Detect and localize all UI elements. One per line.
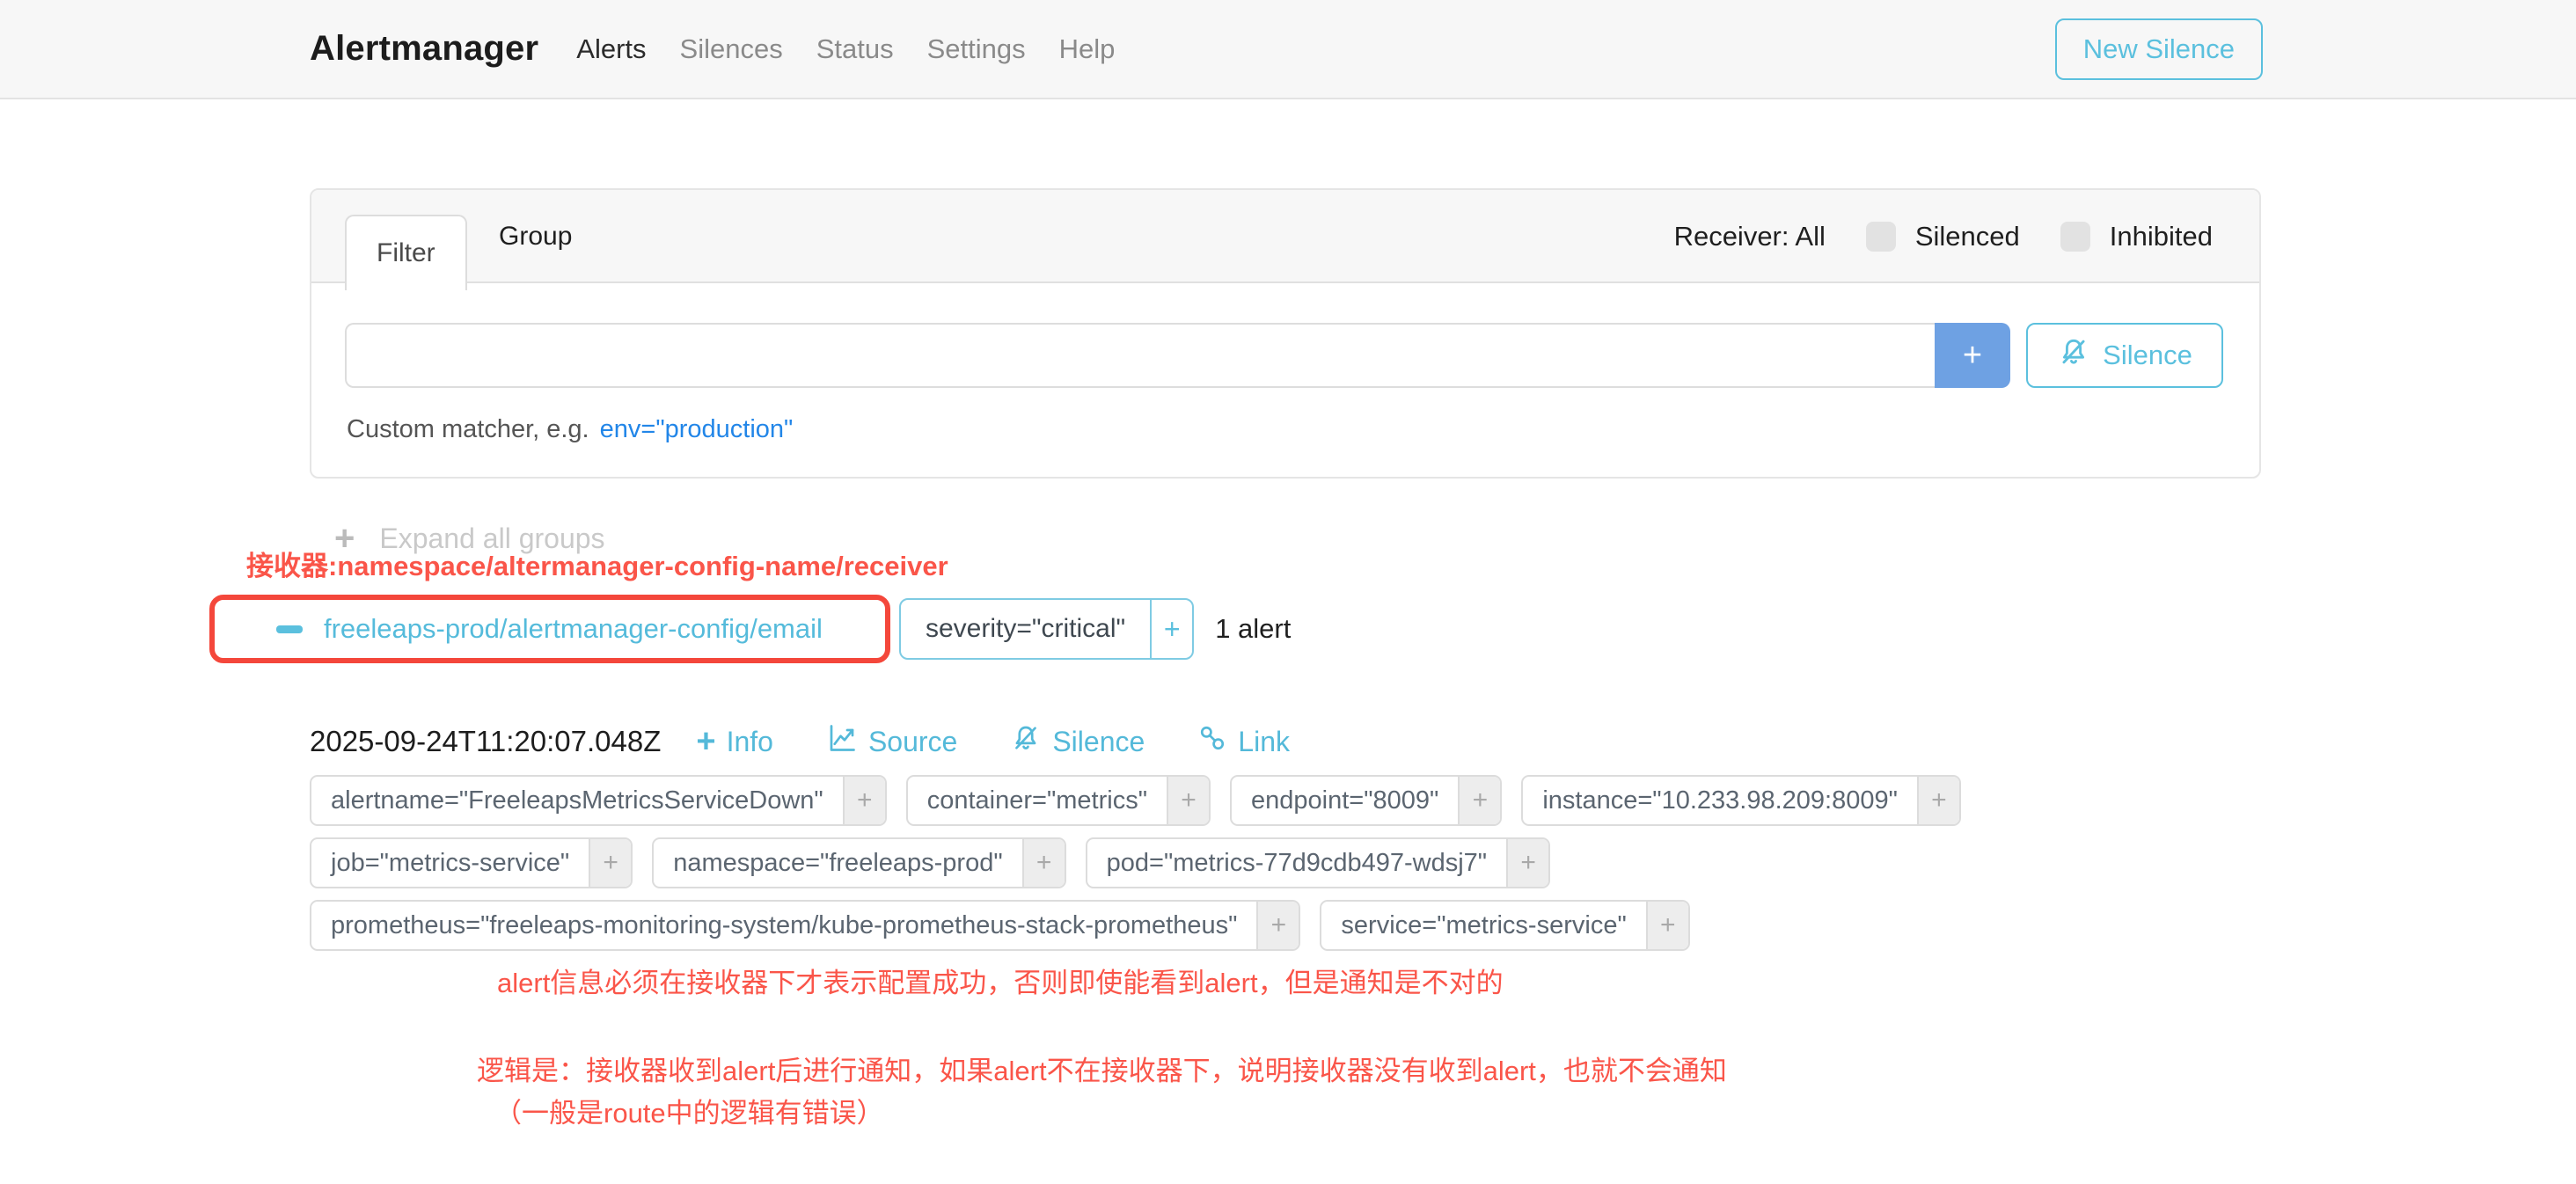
- link-label: Link: [1238, 726, 1290, 758]
- label-matcher-button[interactable]: job="metrics-service": [311, 839, 589, 887]
- annotation-highlight-box: freeleaps-prod/alertmanager-config/email: [209, 595, 890, 663]
- silenced-label: Silenced: [1915, 221, 2020, 252]
- group-receiver-link[interactable]: freeleaps-prod/alertmanager-config/email: [324, 613, 823, 645]
- alert-timestamp: 2025-09-24T11:20:07.048Z: [310, 725, 661, 758]
- label-add-button[interactable]: +: [1167, 777, 1209, 824]
- nav-item-silences[interactable]: Silences: [680, 33, 783, 65]
- annotation-receiver-note: 接收器:namespace/altermanager-config-name/r…: [246, 544, 948, 583]
- alert-actions: + Info Source Silence: [696, 722, 1290, 761]
- label-add-button[interactable]: +: [1506, 839, 1548, 887]
- label-matcher-button[interactable]: pod="metrics-77d9cdb497-wdsj7": [1087, 839, 1506, 887]
- label-tag-container: container="metrics" +: [906, 775, 1211, 826]
- silence-label: Silence: [1052, 726, 1145, 758]
- label-matcher-button[interactable]: prometheus="freeleaps-monitoring-system/…: [311, 902, 1256, 949]
- label-tag-job: job="metrics-service" +: [310, 837, 633, 888]
- source-link[interactable]: Source: [826, 722, 957, 761]
- top-navbar: Alertmanager Alerts Silences Status Sett…: [0, 0, 2576, 99]
- helper-text: Custom matcher, e.g.: [347, 415, 589, 443]
- group-matcher-chip: severity="critical" +: [899, 598, 1194, 660]
- source-label: Source: [868, 726, 957, 758]
- alert-group-row: freeleaps-prod/alertmanager-config/email…: [209, 595, 1291, 663]
- nav-item-settings[interactable]: Settings: [927, 33, 1026, 65]
- tab-filter[interactable]: Filter: [345, 215, 467, 290]
- filter-panel-header: Filter Group Receiver: All Silenced Inhi…: [311, 190, 2259, 283]
- info-label: Info: [727, 726, 773, 758]
- receiver-filter-label[interactable]: Receiver: All: [1674, 221, 1826, 252]
- matcher-helper: Custom matcher, e.g. env="production": [347, 415, 793, 444]
- label-add-button[interactable]: +: [1917, 777, 1959, 824]
- label-matcher-button[interactable]: service="metrics-service": [1321, 902, 1645, 949]
- matcher-example-link[interactable]: env="production": [600, 415, 794, 443]
- label-matcher-button[interactable]: namespace="freeleaps-prod": [654, 839, 1021, 887]
- inhibited-checkbox[interactable]: [2060, 222, 2090, 252]
- collapse-group-icon[interactable]: [276, 625, 303, 633]
- filter-options: Receiver: All Silenced Inhibited: [1674, 190, 2259, 283]
- chart-icon: [826, 722, 858, 761]
- nav-item-alerts[interactable]: Alerts: [576, 33, 646, 65]
- link-icon: [1197, 723, 1227, 760]
- matcher-input[interactable]: [345, 323, 1935, 388]
- label-matcher-button[interactable]: container="metrics": [908, 777, 1167, 824]
- label-row: job="metrics-service" + namespace="freel…: [310, 837, 1961, 888]
- label-row: prometheus="freeleaps-monitoring-system/…: [310, 900, 1961, 951]
- bell-slash-icon: [2057, 335, 2090, 376]
- silence-button-label: Silence: [2103, 340, 2192, 371]
- nav-item-help[interactable]: Help: [1059, 33, 1116, 65]
- group-matcher-add-button[interactable]: +: [1150, 600, 1192, 658]
- filter-panel: Filter Group Receiver: All Silenced Inhi…: [310, 188, 2261, 479]
- silence-from-filter-button[interactable]: Silence: [2026, 323, 2223, 388]
- label-tag-namespace: namespace="freeleaps-prod" +: [652, 837, 1065, 888]
- label-tag-service: service="metrics-service" +: [1320, 900, 1689, 951]
- label-add-button[interactable]: +: [1256, 902, 1299, 949]
- new-silence-button[interactable]: New Silence: [2055, 18, 2263, 80]
- label-matcher-button[interactable]: alertname="FreeleapsMetricsServiceDown": [311, 777, 843, 824]
- annotation-logic-note-sub: （一般是route中的逻辑有错误）: [494, 1091, 884, 1130]
- silenced-checkbox[interactable]: [1866, 222, 1896, 252]
- label-add-button[interactable]: +: [843, 777, 885, 824]
- label-tag-instance: instance="10.233.98.209:8009" +: [1521, 775, 1961, 826]
- bell-slash-icon: [1010, 722, 1042, 761]
- app-brand[interactable]: Alertmanager: [310, 29, 538, 69]
- label-matcher-button[interactable]: instance="10.233.98.209:8009": [1523, 777, 1917, 824]
- info-button[interactable]: + Info: [696, 725, 773, 758]
- link-button[interactable]: Link: [1197, 723, 1290, 760]
- inhibited-label: Inhibited: [2110, 221, 2213, 252]
- matcher-row: + Silence: [345, 323, 2223, 388]
- plus-icon: +: [696, 725, 715, 758]
- alert-labels: alertname="FreeleapsMetricsServiceDown" …: [310, 775, 1961, 951]
- add-matcher-button[interactable]: +: [1935, 323, 2010, 388]
- label-row: alertname="FreeleapsMetricsServiceDown" …: [310, 775, 1961, 826]
- label-add-button[interactable]: +: [1022, 839, 1065, 887]
- group-alert-count: 1 alert: [1215, 613, 1291, 645]
- nav-links: Alerts Silences Status Settings Help: [576, 33, 2054, 65]
- tab-group[interactable]: Group: [481, 190, 589, 283]
- label-add-button[interactable]: +: [1458, 777, 1500, 824]
- inhibited-toggle[interactable]: Inhibited: [2060, 221, 2213, 252]
- alert-meta-row: 2025-09-24T11:20:07.048Z + Info Source: [310, 720, 1290, 764]
- label-add-button[interactable]: +: [1646, 902, 1688, 949]
- group-matcher-value[interactable]: severity="critical": [901, 600, 1150, 658]
- label-tag-alertname: alertname="FreeleapsMetricsServiceDown" …: [310, 775, 887, 826]
- annotation-logic-note: 逻辑是：接收器收到alert后进行通知，如果alert不在接收器下，说明接收器没…: [477, 1049, 1727, 1088]
- label-tag-pod: pod="metrics-77d9cdb497-wdsj7" +: [1086, 837, 1550, 888]
- label-tag-endpoint: endpoint="8009" +: [1230, 775, 1502, 826]
- label-matcher-button[interactable]: endpoint="8009": [1232, 777, 1458, 824]
- annotation-config-note: alert信息必须在接收器下才表示配置成功，否则即使能看到alert，但是通知是…: [497, 961, 1504, 1000]
- silenced-toggle[interactable]: Silenced: [1866, 221, 2020, 252]
- label-tag-prometheus: prometheus="freeleaps-monitoring-system/…: [310, 900, 1300, 951]
- silence-alert-button[interactable]: Silence: [1010, 722, 1145, 761]
- nav-item-status[interactable]: Status: [816, 33, 894, 65]
- label-add-button[interactable]: +: [589, 839, 631, 887]
